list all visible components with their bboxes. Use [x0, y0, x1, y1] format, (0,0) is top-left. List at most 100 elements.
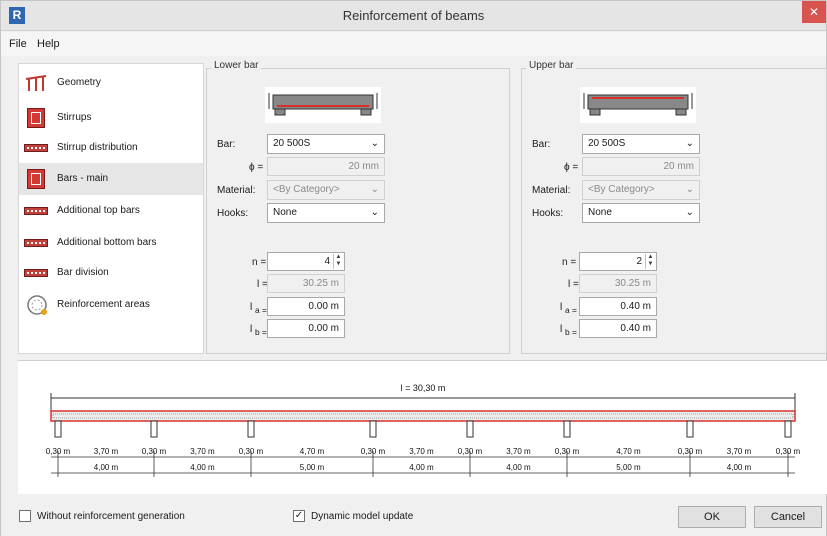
support-column	[247, 420, 255, 438]
lower-bar-select[interactable]: 20 500S ⌄	[267, 134, 385, 154]
upper-l-field: 30.25 m	[579, 274, 657, 293]
upper-lb-label: l b =	[560, 324, 577, 337]
support-column	[563, 420, 571, 438]
chevron-down-icon: ⌄	[685, 184, 694, 195]
sidebar-item-bar-division[interactable]: Bar division	[19, 257, 203, 289]
lower-n-label: n =	[252, 257, 267, 268]
support-column	[784, 420, 792, 438]
dynamic-update-checkbox[interactable]: ✓	[293, 510, 305, 522]
support-width-label: 0,30 m	[678, 447, 703, 456]
menu-file[interactable]: File	[9, 38, 27, 50]
sidebar-item-label: Bars - main	[57, 173, 109, 184]
axis-span-label: 5,00 m	[616, 463, 641, 472]
ok-button[interactable]: OK	[678, 506, 746, 528]
clear-span-label: 3,70 m	[94, 447, 119, 456]
title-bar: R Reinforcement of beams ✕	[1, 1, 826, 31]
upper-hooks-select[interactable]: None ⌄	[582, 203, 700, 223]
lower-bar-label: Bar:	[217, 139, 236, 150]
without-generation-label: Without reinforcement generation	[37, 511, 185, 522]
lower-bar-beam-diagram	[265, 87, 381, 123]
lower-phi-field: 20 mm	[267, 157, 385, 176]
support-width-label: 0,30 m	[555, 447, 580, 456]
support-width-label: 0,30 m	[239, 447, 264, 456]
sidebar-item-additional-bottom-bars[interactable]: Additional bottom bars	[19, 227, 203, 259]
upper-bar-value: 20 500S	[588, 138, 626, 149]
reinforcement-areas-icon	[27, 295, 47, 315]
sidebar-nav: Geometry Stirrups Stirrup distribution B…	[18, 63, 204, 354]
sidebar-item-label: Additional top bars	[57, 205, 140, 216]
lower-n-field[interactable]: 4 ▲ ▼	[267, 252, 345, 271]
upper-n-field[interactable]: 2 ▲ ▼	[579, 252, 657, 271]
chevron-down-icon: ⌄	[685, 138, 694, 149]
bars-main-icon	[27, 169, 45, 189]
geometry-icon	[25, 75, 47, 91]
clear-span-label: 3,70 m	[506, 447, 531, 456]
total-length-label: l = 30,30 m	[401, 383, 446, 393]
support-column	[54, 420, 62, 438]
lower-hooks-select[interactable]: None ⌄	[267, 203, 385, 223]
sidebar-item-stirrups[interactable]: Stirrups	[19, 102, 203, 134]
support-column	[369, 420, 377, 438]
clear-span-label: 4,70 m	[616, 447, 641, 456]
lower-hooks-label: Hooks:	[217, 208, 249, 219]
upper-material-label: Material:	[532, 185, 571, 196]
lower-n-value: 4	[324, 256, 330, 267]
lower-bar-title: Lower bar	[211, 60, 262, 71]
without-generation-checkbox[interactable]	[19, 510, 31, 522]
upper-hooks-label: Hooks:	[532, 208, 564, 219]
sidebar-item-geometry[interactable]: Geometry	[19, 67, 203, 99]
axis-span-label: 4,00 m	[190, 463, 215, 472]
sidebar-item-bars-main[interactable]: Bars - main	[19, 163, 203, 195]
upper-hooks-value: None	[588, 207, 612, 218]
upper-phi-field: 20 mm	[582, 157, 700, 176]
lower-bar-group: Lower bar Bar: 20 500S ⌄ ϕ = 20 mm Materi…	[206, 60, 510, 354]
beam-elevation-drawing: l = 30,30 m 0,30 m 0,30 m 0,30 m 0,30 m 0,30…	[46, 383, 801, 477]
support-column	[150, 420, 158, 438]
stirrups-icon	[27, 108, 45, 128]
axis-span-label: 4,00 m	[727, 463, 752, 472]
spinner-arrows-icon[interactable]: ▲ ▼	[645, 254, 655, 269]
sidebar-item-label: Additional bottom bars	[57, 237, 157, 248]
lower-material-label: Material:	[217, 185, 256, 196]
support-width-label: 0,30 m	[142, 447, 167, 456]
additional-top-bars-icon	[24, 207, 48, 215]
chevron-down-icon: ⌄	[685, 207, 694, 218]
lower-la-label: l a =	[250, 302, 267, 315]
lower-la-field[interactable]: 0.00 m	[267, 297, 345, 316]
upper-bar-select[interactable]: 20 500S ⌄	[582, 134, 700, 154]
upper-la-label: l a =	[560, 302, 577, 315]
chevron-down-icon: ⌄	[370, 207, 379, 218]
sidebar-item-label: Reinforcement areas	[57, 299, 150, 310]
dialog-footer: Without reinforcement generation ✓ Dynam…	[1, 496, 826, 536]
close-button[interactable]: ✕	[802, 1, 826, 23]
beam-body	[50, 410, 796, 422]
upper-material-select: <By Category> ⌄	[582, 180, 700, 200]
clear-span-label: 4,70 m	[300, 447, 325, 456]
cancel-button[interactable]: Cancel	[754, 506, 822, 528]
window-title: Reinforcement of beams	[342, 8, 485, 23]
sidebar-item-label: Stirrups	[57, 112, 92, 123]
lower-lb-field[interactable]: 0.00 m	[267, 319, 345, 338]
sidebar-item-additional-top-bars[interactable]: Additional top bars	[19, 195, 203, 227]
upper-la-field[interactable]: 0.40 m	[579, 297, 657, 316]
menu-help[interactable]: Help	[37, 38, 60, 50]
clear-span-label: 3,70 m	[727, 447, 752, 456]
support-width-label: 0,30 m	[776, 447, 801, 456]
support-width-label: 0,30 m	[361, 447, 386, 456]
lower-l-field: 30.25 m	[267, 274, 345, 293]
bar-division-icon	[24, 269, 48, 277]
upper-bar-group: Upper bar Bar: 20 500S ⌄ ϕ = 20 mm Materi…	[521, 60, 827, 354]
upper-n-value: 2	[636, 256, 642, 267]
support-column	[686, 420, 694, 438]
sidebar-item-stirrup-distribution[interactable]: Stirrup distribution	[19, 132, 203, 164]
spinner-arrows-icon[interactable]: ▲ ▼	[333, 254, 343, 269]
chevron-down-icon: ⌄	[370, 138, 379, 149]
upper-material-value: <By Category>	[588, 184, 655, 195]
lower-bar-value: 20 500S	[273, 138, 311, 149]
upper-lb-field[interactable]: 0.40 m	[579, 319, 657, 338]
axis-span-label: 5,00 m	[300, 463, 325, 472]
lower-lb-label: l b =	[250, 324, 267, 337]
sidebar-item-reinforcement-areas[interactable]: Reinforcement areas	[19, 289, 203, 321]
lower-hooks-value: None	[273, 207, 297, 218]
sidebar-item-label: Bar division	[57, 267, 109, 278]
